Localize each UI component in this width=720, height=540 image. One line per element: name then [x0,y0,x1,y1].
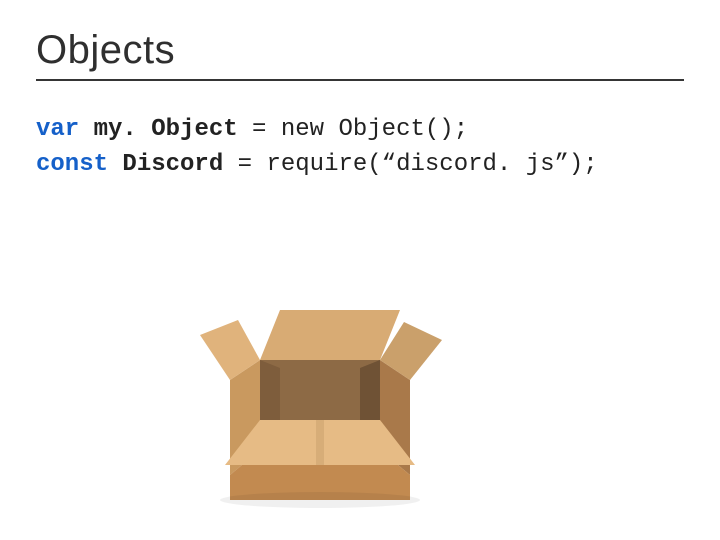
code-line2-rest: = require(“discord. js”); [223,151,597,178]
code-line1-rest: = new Object(); [238,116,468,143]
title-rule [36,79,684,81]
keyword-const: const [36,151,108,178]
page-title: Objects [36,28,684,73]
box-illustration [190,250,450,510]
open-box-icon [190,250,450,510]
code-block: var my. Object = new Object(); const Dis… [36,113,684,183]
keyword-var: var [36,116,79,143]
slide: Objects var my. Object = new Object(); c… [0,0,720,540]
identifier-discord: Discord [122,151,223,178]
identifier-myobject: my. Object [94,116,238,143]
